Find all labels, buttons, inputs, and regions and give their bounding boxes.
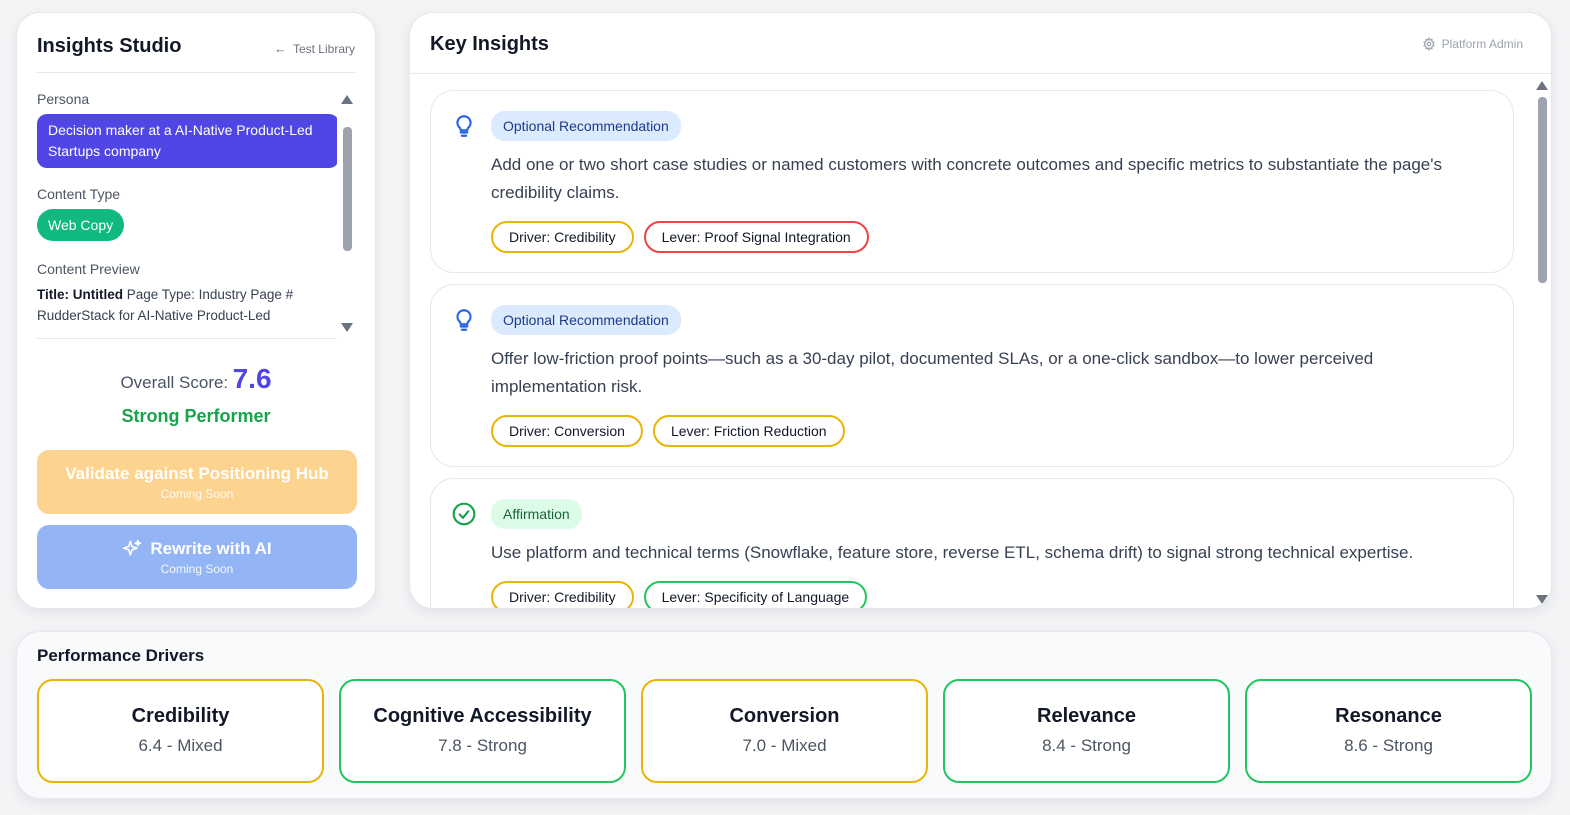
driver-name: Credibility: [131, 705, 230, 727]
driver-score: 7.8 - Strong: [438, 736, 527, 755]
lightbulb-icon: [456, 309, 472, 331]
content-type-label: Content Type: [37, 186, 121, 202]
back-to-test-library-link[interactable]: ← Test Library: [274, 41, 355, 56]
studio-header: Insights Studio ← Test Library: [37, 35, 355, 73]
driver-name: Cognitive Accessibility: [373, 705, 592, 727]
content-preview: Title: Untitled Page Type: Industry Page…: [37, 284, 337, 326]
score-tier-label: Strong Performer: [121, 406, 271, 426]
validate-coming-soon: Coming Soon: [160, 486, 234, 501]
scrollbar-thumb[interactable]: [1538, 97, 1547, 283]
driver-card-cognitive-accessibility[interactable]: Cognitive Accessibility 7.8 - Strong: [339, 679, 626, 783]
driver-name: Conversion: [729, 705, 840, 727]
lever-tag[interactable]: Lever: Specificity of Language: [643, 581, 868, 608]
gear-icon: [1422, 37, 1435, 51]
insight-tags: Driver: Credibility Lever: Proof Signal …: [491, 221, 869, 253]
driver-score: 8.4 - Strong: [1042, 736, 1131, 755]
persona-label: Persona: [37, 91, 90, 107]
arrow-left-icon: ←: [273, 41, 287, 56]
performance-drivers-title: Performance Drivers: [37, 646, 205, 665]
driver-name: Resonance: [1335, 705, 1442, 727]
driver-score: 6.4 - Mixed: [138, 736, 223, 755]
driver-card-resonance[interactable]: Resonance 8.6 - Strong: [1245, 679, 1532, 783]
scroll-down-arrow-icon[interactable]: [341, 323, 353, 332]
overall-score-value: 7.6: [232, 363, 272, 394]
insight-type-badge: Optional Recommendation: [491, 111, 681, 141]
preview-title: Title: Untitled: [37, 287, 123, 302]
scroll-up-arrow-icon[interactable]: [341, 95, 353, 104]
rewrite-button-label: Rewrite with AI: [150, 538, 272, 558]
insight-card: Optional Recommendation Offer low-fricti…: [430, 284, 1514, 467]
persona-chip[interactable]: Decision maker at a AI-Native Product-Le…: [37, 114, 337, 168]
insight-text: Add one or two short case studies or nam…: [491, 155, 1443, 202]
insight-card: Affirmation Use platform and technical t…: [430, 478, 1514, 608]
key-insights-header: Key Insights Platform Admin: [410, 13, 1551, 74]
lever-tag[interactable]: Lever: Proof Signal Integration: [643, 221, 869, 253]
driver-card-conversion[interactable]: Conversion 7.0 - Mixed: [641, 679, 928, 783]
overall-score: Overall Score: 7.6: [17, 363, 375, 395]
driver-tag[interactable]: Driver: Credibility: [491, 221, 634, 253]
driver-score: 7.0 - Mixed: [742, 736, 827, 755]
studio-details-scroll-area[interactable]: Persona Decision maker at a AI-Native Pr…: [37, 91, 337, 339]
validate-button-label: Validate against Positioning Hub: [65, 463, 329, 483]
studio-scrollbar[interactable]: [341, 91, 355, 339]
insight-type-badge: Affirmation: [491, 499, 582, 529]
insight-text: Use platform and technical terms (Snowfl…: [491, 543, 1414, 562]
scroll-up-arrow-icon[interactable]: [1536, 81, 1548, 90]
back-link-label: Test Library: [292, 41, 355, 56]
scrollbar-thumb[interactable]: [343, 127, 352, 251]
studio-title: Insights Studio: [37, 35, 182, 57]
sparkles-icon: [123, 539, 142, 556]
insight-type-badge: Optional Recommendation: [491, 305, 681, 335]
insight-text: Offer low-friction proof points—such as …: [491, 349, 1374, 396]
overall-score-label: Overall Score:: [120, 373, 229, 392]
driver-card-credibility[interactable]: Credibility 6.4 - Mixed: [37, 679, 324, 783]
content-preview-label: Content Preview: [37, 261, 140, 277]
platform-admin-label: Platform Admin: [1441, 37, 1523, 51]
insights-scrollbar[interactable]: [1535, 79, 1549, 607]
key-insights-panel: Key Insights Platform Admin Optional Rec…: [409, 12, 1552, 609]
scroll-down-arrow-icon[interactable]: [1536, 595, 1548, 604]
content-type-chip[interactable]: Web Copy: [37, 209, 125, 241]
platform-admin-link[interactable]: Platform Admin: [1422, 37, 1523, 51]
rewrite-with-ai-button[interactable]: Rewrite with AI Coming Soon: [37, 525, 357, 589]
driver-name: Relevance: [1037, 705, 1136, 727]
insight-tags: Driver: Conversion Lever: Friction Reduc…: [491, 415, 845, 447]
rewrite-coming-soon: Coming Soon: [160, 561, 234, 576]
insight-tags: Driver: Credibility Lever: Specificity o…: [491, 581, 868, 608]
driver-tag[interactable]: Driver: Conversion: [491, 415, 643, 447]
insights-studio-panel: Insights Studio ← Test Library Persona D…: [16, 12, 376, 609]
validate-positioning-hub-button[interactable]: Validate against Positioning Hub Coming …: [37, 450, 357, 514]
key-insights-title: Key Insights: [430, 33, 549, 55]
driver-score: 8.6 - Strong: [1344, 736, 1433, 755]
insight-card: Optional Recommendation Add one or two s…: [430, 90, 1514, 273]
rewrite-button-main: Rewrite with AI: [122, 538, 272, 559]
driver-tag[interactable]: Driver: Credibility: [491, 581, 634, 608]
lever-tag[interactable]: Lever: Friction Reduction: [652, 415, 845, 447]
check-circle-icon: [452, 502, 476, 526]
performance-drivers-panel: Performance Drivers Credibility 6.4 - Mi…: [16, 631, 1552, 799]
driver-card-relevance[interactable]: Relevance 8.4 - Strong: [943, 679, 1230, 783]
lightbulb-icon: [456, 115, 472, 137]
